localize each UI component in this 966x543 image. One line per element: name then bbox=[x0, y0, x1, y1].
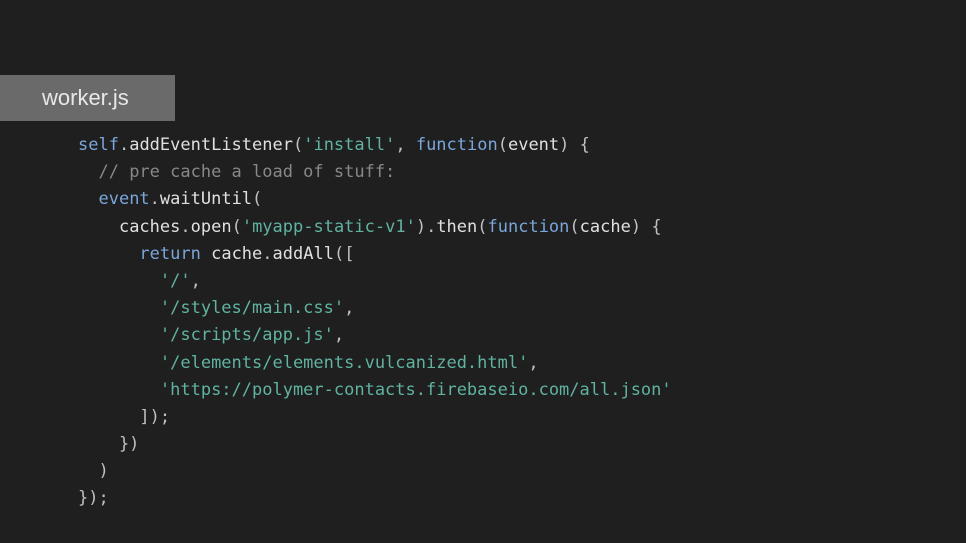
code-line: self.addEventListener('install', functio… bbox=[78, 132, 926, 159]
code-token bbox=[78, 298, 160, 318]
code-token: open bbox=[191, 217, 232, 237]
code-token: ( bbox=[252, 189, 262, 209]
code-line: }) bbox=[78, 431, 926, 458]
code-line: ) bbox=[78, 458, 926, 485]
code-token: ( bbox=[498, 135, 508, 155]
code-token: ( bbox=[477, 217, 487, 237]
code-token: '/styles/main.css' bbox=[160, 298, 344, 318]
code-token: ( bbox=[293, 135, 303, 155]
code-token: '/scripts/app.js' bbox=[160, 325, 334, 345]
code-line: '/', bbox=[78, 268, 926, 295]
code-token: 'https://polymer-contacts.firebaseio.com… bbox=[160, 380, 672, 400]
code-token: }) bbox=[78, 434, 139, 454]
code-token: ). bbox=[416, 217, 436, 237]
code-token bbox=[78, 380, 160, 400]
code-token: , bbox=[395, 135, 415, 155]
code-token: self bbox=[78, 135, 119, 155]
code-token: ( bbox=[232, 217, 242, 237]
code-token: , bbox=[191, 271, 201, 291]
code-line: // pre cache a load of stuff: bbox=[78, 159, 926, 186]
code-token: // pre cache a load of stuff: bbox=[98, 162, 395, 182]
code-token: cache bbox=[580, 217, 631, 237]
code-line: 'https://polymer-contacts.firebaseio.com… bbox=[78, 377, 926, 404]
code-line: }); bbox=[78, 485, 926, 512]
code-token bbox=[78, 244, 139, 264]
code-token: function bbox=[488, 217, 570, 237]
code-token: ) { bbox=[631, 217, 662, 237]
code-token: ([ bbox=[334, 244, 354, 264]
code-token bbox=[78, 353, 160, 373]
code-token: caches bbox=[119, 217, 180, 237]
code-line: ]); bbox=[78, 404, 926, 431]
code-token: . bbox=[119, 135, 129, 155]
code-token: 'install' bbox=[303, 135, 395, 155]
code-token: ) bbox=[78, 461, 109, 481]
code-line: '/elements/elements.vulcanized.html', bbox=[78, 350, 926, 377]
code-token: event bbox=[508, 135, 559, 155]
code-token bbox=[201, 244, 211, 264]
code-token: addAll bbox=[273, 244, 334, 264]
code-token bbox=[78, 162, 98, 182]
code-token: addEventListener bbox=[129, 135, 293, 155]
code-token: ( bbox=[569, 217, 579, 237]
file-tab[interactable]: worker.js bbox=[0, 75, 175, 121]
code-token: ) { bbox=[559, 135, 590, 155]
code-token bbox=[78, 325, 160, 345]
code-token: . bbox=[150, 189, 160, 209]
code-token: '/' bbox=[160, 271, 191, 291]
code-token bbox=[78, 271, 160, 291]
code-editor[interactable]: self.addEventListener('install', functio… bbox=[78, 132, 926, 513]
code-token: return bbox=[139, 244, 200, 264]
code-line: '/styles/main.css', bbox=[78, 295, 926, 322]
code-line: caches.open('myapp-static-v1').then(func… bbox=[78, 214, 926, 241]
code-token: , bbox=[334, 325, 344, 345]
code-line: return cache.addAll([ bbox=[78, 241, 926, 268]
code-token: event bbox=[98, 189, 149, 209]
code-token: . bbox=[180, 217, 190, 237]
file-tab-label: worker.js bbox=[42, 85, 129, 110]
code-token: }); bbox=[78, 488, 109, 508]
code-token: waitUntil bbox=[160, 189, 252, 209]
code-line: '/scripts/app.js', bbox=[78, 322, 926, 349]
code-token bbox=[78, 189, 98, 209]
code-token: then bbox=[436, 217, 477, 237]
code-token: , bbox=[344, 298, 354, 318]
code-token: cache bbox=[211, 244, 262, 264]
code-token: function bbox=[416, 135, 498, 155]
code-token: , bbox=[528, 353, 538, 373]
code-token bbox=[78, 217, 119, 237]
code-token: '/elements/elements.vulcanized.html' bbox=[160, 353, 528, 373]
code-token: 'myapp-static-v1' bbox=[242, 217, 416, 237]
code-token: ]); bbox=[78, 407, 170, 427]
code-line: event.waitUntil( bbox=[78, 186, 926, 213]
code-token: . bbox=[262, 244, 272, 264]
